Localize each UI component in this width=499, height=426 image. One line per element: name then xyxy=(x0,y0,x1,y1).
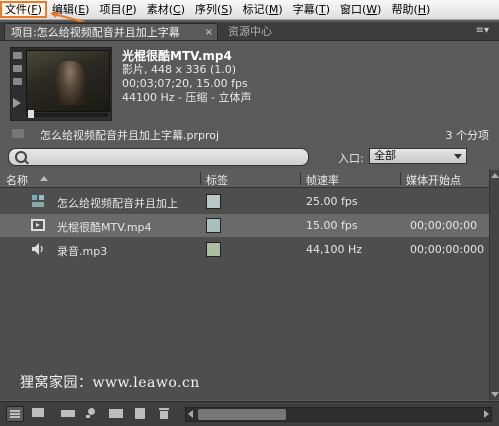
preview-video xyxy=(26,50,110,112)
project-items-table: 名称 标签 帧速率 媒体开始点 怎么给视频配音并且加上 25.00 fps 光棍… xyxy=(0,170,489,400)
item-name: 怎么给视频配音并且加上 xyxy=(57,197,178,210)
play-icon[interactable] xyxy=(13,98,21,108)
find-icon[interactable] xyxy=(84,406,100,420)
new-bin-icon[interactable] xyxy=(108,406,124,420)
column-name[interactable]: 名称 xyxy=(6,172,28,188)
chevron-down-icon xyxy=(454,154,462,159)
panel-menu-icon[interactable]: ≡▾ xyxy=(476,22,489,40)
vertical-scrollbar[interactable] xyxy=(489,170,499,400)
item-name: 光棍很酷MTV.mp4 xyxy=(57,221,152,234)
project-file-row: 怎么给视频配音并且加上字幕.prproj 3 个分项 xyxy=(0,125,499,143)
tab-project[interactable]: 项目:怎么给视频配音并且加上字幕 × xyxy=(4,23,218,40)
tab-project-label: 项目:怎么给视频配音并且加上字幕 xyxy=(11,26,180,39)
sort-ascending-icon[interactable] xyxy=(40,176,48,181)
item-framerate: 44,100 Hz xyxy=(306,243,363,256)
horizontal-scrollbar[interactable] xyxy=(185,407,492,422)
item-media-start: 00;00;00;00 xyxy=(410,219,478,232)
scrollbar-thumb[interactable] xyxy=(198,409,286,420)
item-count: 3 个分项 xyxy=(445,129,490,142)
table-row[interactable]: 光棍很酷MTV.mp4 15.00 fps 00;00;00;00 xyxy=(0,214,489,237)
trash-icon[interactable] xyxy=(156,406,172,420)
in-select[interactable]: 全部 xyxy=(369,148,467,164)
menu-sequence[interactable]: 序列(S) xyxy=(190,1,238,18)
menu-file[interactable]: 文件(F) xyxy=(0,1,47,18)
scroll-up-icon[interactable] xyxy=(491,173,499,178)
in-select-value: 全部 xyxy=(374,149,396,162)
column-divider[interactable] xyxy=(400,172,401,185)
close-icon[interactable]: × xyxy=(205,24,213,41)
clip-filename: 光棍很酷MTV.mp4 xyxy=(122,49,232,63)
clip-info-line: 影片, 448 x 336 (1.0) xyxy=(122,63,237,76)
clip-info-line: 00;03;07;20, 15.00 fps xyxy=(122,77,248,90)
search-icon xyxy=(15,151,27,163)
clip-info: 光棍很酷MTV.mp4 影片, 448 x 336 (1.0) 00;03;07… xyxy=(122,49,251,105)
watermark-text: 狸窝家园：www.leawo.cn xyxy=(20,375,200,391)
project-file-name: 怎么给视频配音并且加上字幕.prproj xyxy=(40,129,220,142)
icon-view-icon[interactable] xyxy=(30,406,46,420)
item-framerate: 25.00 fps xyxy=(306,195,358,208)
label-swatch[interactable] xyxy=(206,194,221,209)
new-item-icon[interactable] xyxy=(132,406,148,420)
panel-tab-bar: 项目:怎么给视频配音并且加上字幕 × 资源中心 ≡▾ xyxy=(0,22,499,41)
label-swatch[interactable] xyxy=(206,242,221,257)
table-row[interactable]: 录音.mp3 44,100 Hz 00;00;00:000 xyxy=(0,238,489,261)
item-framerate: 15.00 fps xyxy=(306,219,358,232)
video-audio-icon xyxy=(31,219,45,231)
in-label: 入口: xyxy=(338,152,364,165)
column-label[interactable]: 标签 xyxy=(206,172,228,188)
scroll-down-icon[interactable] xyxy=(491,392,499,397)
menu-help[interactable]: 帮助(H) xyxy=(386,1,435,18)
label-swatch[interactable] xyxy=(206,218,221,233)
clip-info-line: 44100 Hz - 压缩 - 立体声 xyxy=(122,91,252,104)
folder-icon xyxy=(12,129,24,138)
table-header: 名称 标签 帧速率 媒体开始点 xyxy=(0,170,489,188)
menu-title[interactable]: 字幕(T) xyxy=(288,1,335,18)
column-media-start[interactable]: 媒体开始点 xyxy=(406,172,461,188)
menu-project[interactable]: 项目(P) xyxy=(94,1,141,18)
scroll-left-icon[interactable] xyxy=(188,410,193,418)
list-view-icon[interactable] xyxy=(6,406,24,422)
automate-to-sequence-icon[interactable] xyxy=(60,406,76,420)
tab-resource-center[interactable]: 资源中心 xyxy=(228,23,272,40)
menu-clip[interactable]: 素材(C) xyxy=(142,1,190,18)
column-divider[interactable] xyxy=(200,172,201,185)
menu-marker[interactable]: 标记(M) xyxy=(238,1,288,18)
bottom-toolbar xyxy=(0,401,499,426)
item-name: 录音.mp3 xyxy=(57,245,108,258)
audio-icon xyxy=(32,243,43,255)
preview-scrubber[interactable] xyxy=(26,113,108,117)
scroll-right-icon[interactable] xyxy=(484,410,489,418)
scrubber-handle[interactable] xyxy=(28,110,34,118)
item-media-start: 00;00;00:000 xyxy=(410,243,485,256)
column-framerate[interactable]: 帧速率 xyxy=(306,172,339,188)
sequence-icon xyxy=(32,195,44,207)
search-input[interactable] xyxy=(8,148,309,166)
column-divider[interactable] xyxy=(300,172,301,185)
table-row[interactable]: 怎么给视频配音并且加上 25.00 fps xyxy=(0,190,489,213)
menu-window[interactable]: 窗口(W) xyxy=(335,1,386,18)
